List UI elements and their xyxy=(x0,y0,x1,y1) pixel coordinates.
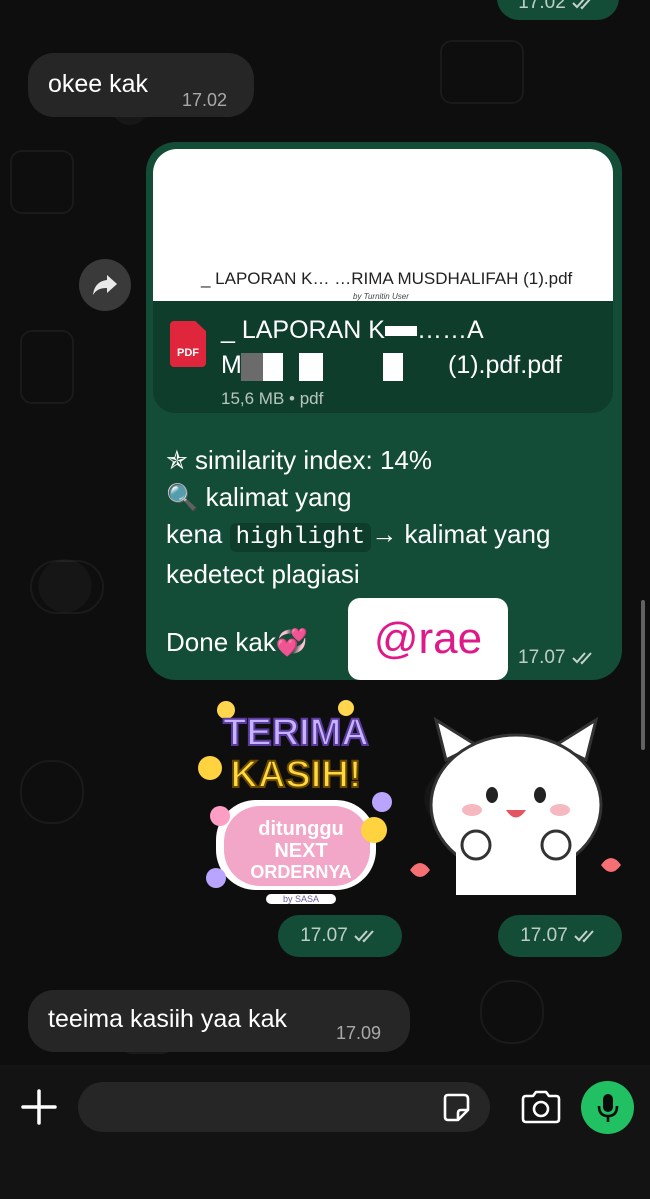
double-check-icon xyxy=(572,0,591,10)
scrollbar[interactable] xyxy=(641,600,645,750)
redaction-mark xyxy=(299,353,323,381)
message-input[interactable] xyxy=(78,1082,490,1132)
message-timestamp: 17.07 xyxy=(520,925,600,947)
document-name-part: M xyxy=(221,351,242,379)
sticker-timestamp-bubble: 17.07 xyxy=(498,915,622,957)
plus-icon[interactable] xyxy=(20,1088,58,1126)
redaction-mark xyxy=(241,353,263,381)
microphone-icon xyxy=(597,1093,618,1122)
preview-title: _ LAPORAN K… …RIMA MUSDHALIFAH (1).pdf xyxy=(201,269,573,288)
forward-arrow-icon xyxy=(93,275,117,295)
message-text: teeima kasiih yaa kak xyxy=(48,1005,288,1033)
document-preview[interactable]: _ LAPORAN K… …RIMA MUSDHALIFAH (1).pdf b… xyxy=(153,149,613,301)
caption-line: kedetect plagiasi xyxy=(166,559,360,589)
preview-byline: by Turnitin User xyxy=(353,292,409,301)
sticker-terima-kasih[interactable]: TERIMA KASIH! ditunggu NEXT ORDERNYA by … xyxy=(186,690,406,912)
camera-icon[interactable] xyxy=(520,1090,562,1124)
message-caption: ✯ similarity index: 14% 🔍 kalimat yang k… xyxy=(166,442,606,593)
sticker-cat[interactable] xyxy=(406,710,628,910)
double-check-icon xyxy=(354,930,374,943)
message-timestamp: 17.07 xyxy=(518,647,598,669)
cat-sticker-art xyxy=(410,716,621,895)
caption-text: → kalimat yang xyxy=(371,519,551,549)
watermark-label: @rae xyxy=(348,598,508,680)
double-check-icon xyxy=(574,930,594,943)
redaction-mark xyxy=(384,326,417,337)
sticker-text: ditunggu xyxy=(258,818,344,840)
document-name-part: _ LAPORAN K xyxy=(221,316,385,344)
document-name-line1: _ LAPORAN K ……A xyxy=(221,316,484,345)
message-timestamp: 17.02 xyxy=(182,90,228,110)
timestamp-text: 17.07 xyxy=(518,647,566,668)
sticker-text: KASIH! xyxy=(230,753,363,797)
caption-line: 🔍 kalimat yang xyxy=(166,482,352,512)
microphone-button[interactable] xyxy=(581,1081,634,1134)
document-info[interactable]: PDF _ LAPORAN K ……A M (1).pdf.pdf 15,6 MB… xyxy=(153,301,613,413)
message-timestamp: 17.02 xyxy=(518,0,598,14)
message-timestamp: 17.09 xyxy=(336,1023,382,1043)
forward-button[interactable] xyxy=(79,259,131,311)
sticker-timestamp-bubble: 17.07 xyxy=(278,915,402,957)
document-name-line2: M xyxy=(221,351,242,380)
sticker-text: ORDERNYA xyxy=(250,862,352,882)
outgoing-message-partial[interactable]: 17.02 xyxy=(497,0,619,20)
message-timestamp: 17.07 xyxy=(300,925,380,947)
double-check-icon xyxy=(571,652,592,665)
document-meta: 15,6 MB • pdf xyxy=(221,389,324,408)
sticker-text: NEXT xyxy=(274,840,328,862)
caption-done-text: Done kak💞 xyxy=(166,627,309,657)
message-text: okee kak xyxy=(48,70,149,98)
document-name-part: ……A xyxy=(416,316,484,344)
document-name-ext: (1).pdf.pdf xyxy=(448,351,562,379)
redaction-mark xyxy=(383,353,403,381)
sticker-text: TERIMA xyxy=(222,711,370,755)
caption-line: kena highlight → kalimat yang xyxy=(166,516,606,556)
caption-text: kena xyxy=(166,519,230,549)
sticker-icon[interactable] xyxy=(440,1092,472,1124)
incoming-message[interactable]: teeima kasiih yaa kak 17.09 xyxy=(28,990,410,1052)
sticker-credit: by SASA xyxy=(266,894,336,904)
pdf-icon: PDF xyxy=(170,321,206,367)
redaction-mark xyxy=(263,353,283,381)
caption-line: ✯ similarity index: 14% xyxy=(166,445,432,475)
pdf-icon-label: PDF xyxy=(177,347,199,359)
timestamp-text: 17.07 xyxy=(300,925,348,946)
timestamp-text: 17.02 xyxy=(518,0,566,13)
outgoing-document-message[interactable]: _ LAPORAN K… …RIMA MUSDHALIFAH (1).pdf b… xyxy=(146,142,622,680)
incoming-message[interactable]: okee kak 17.02 xyxy=(28,53,254,117)
inline-code: highlight xyxy=(229,523,372,552)
timestamp-text: 17.07 xyxy=(520,925,568,946)
